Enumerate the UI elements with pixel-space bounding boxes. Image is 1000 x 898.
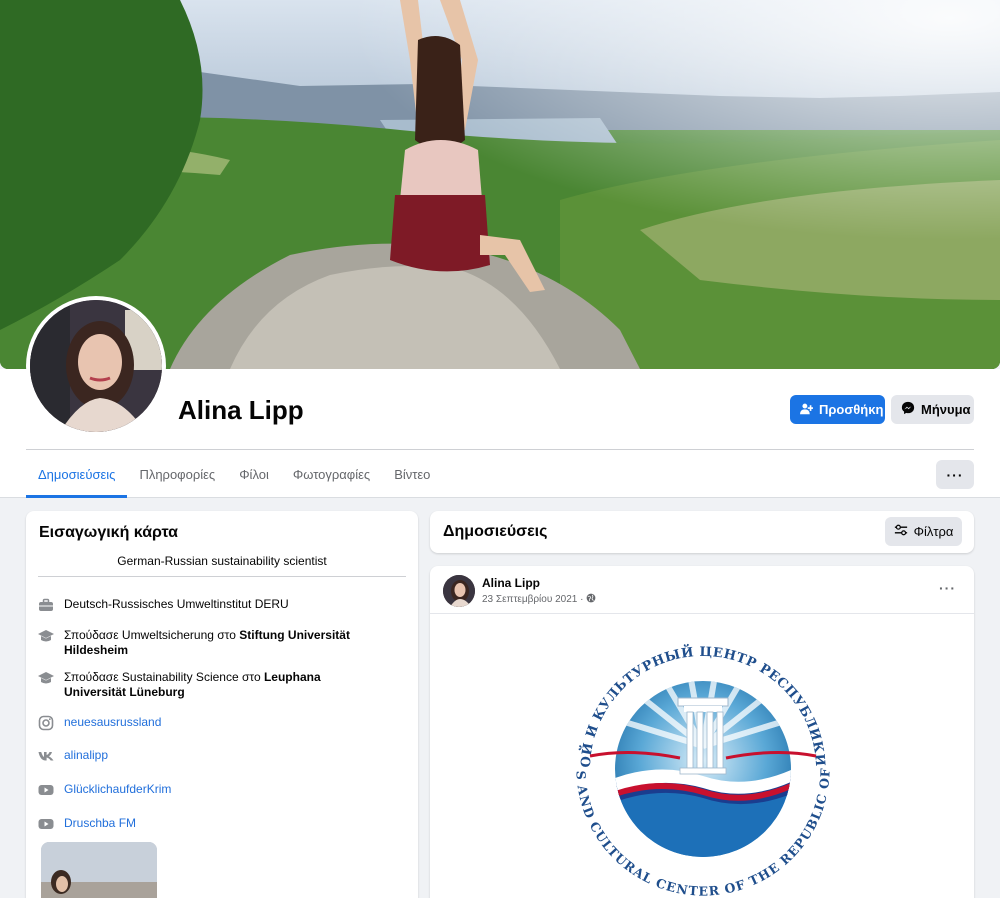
post-author-avatar-image [443, 575, 475, 607]
profile-avatar[interactable] [26, 296, 166, 436]
post-author-name[interactable]: Alina Lipp [482, 576, 540, 590]
post-card: Alina Lipp 23 Σεπτεμβρίου 2021 · ··· ДЕЛ… [430, 566, 974, 898]
profile-avatar-image [30, 300, 162, 432]
intro-education-1-prefix: Σπούδασε Umweltsicherung στο [64, 628, 236, 642]
youtube-link-1[interactable]: GlücklichaufderKrim [64, 782, 384, 797]
posts-title: Δημοσιεύσεις [443, 523, 548, 540]
instagram-link[interactable]: neuesausrussland [64, 715, 384, 730]
graduation-cap-icon [38, 628, 54, 644]
intro-work-text: Deutsch-Russisches Umweltinstitut DERU [64, 597, 289, 611]
cover-photo[interactable] [0, 0, 1000, 369]
youtube-icon [38, 782, 54, 798]
add-friend-label: Προσθήκη [819, 402, 884, 417]
intro-link-vk[interactable]: alinalipp [38, 748, 384, 764]
messenger-icon [901, 401, 915, 418]
add-friend-icon [800, 402, 814, 418]
sliders-icon [894, 523, 908, 540]
post-author-avatar[interactable] [443, 575, 475, 607]
intro-bio: German-Russian sustainability scientist [117, 554, 327, 568]
intro-education-1: Σπούδασε Umweltsicherung στο Stiftung Un… [38, 628, 384, 658]
globe-icon [586, 593, 596, 606]
message-label: Μήνυμα [921, 402, 971, 417]
intro-link-youtube-2[interactable]: Druschba FM [38, 816, 384, 832]
featured-photo-image [41, 842, 157, 898]
intro-link-instagram[interactable]: neuesausrussland [38, 715, 384, 731]
vk-icon [38, 748, 54, 764]
intro-link-youtube-1[interactable]: GlücklichaufderKrim [38, 782, 384, 798]
filter-label: Φίλτρα [913, 524, 954, 539]
posts-header-card: Δημοσιεύσεις Φίλτρα [430, 511, 974, 553]
profile-more-button[interactable]: ··· [936, 460, 974, 489]
intro-work: Deutsch-Russisches Umweltinstitut DERU [38, 597, 384, 613]
tab-posts[interactable]: Δημοσιεύσεις [26, 450, 128, 498]
vk-link[interactable]: alinalipp [64, 748, 384, 763]
post-image[interactable]: ДЕЛОВОЙ И КУЛЬТУРНЫЙ ЦЕНТР РЕСПУБЛИКИ КР… [562, 625, 836, 898]
briefcase-icon [38, 597, 54, 613]
intro-card: Εισαγωγική κάρτα German-Russian sustaina… [26, 511, 418, 898]
featured-photo[interactable] [41, 842, 157, 898]
instagram-icon [38, 715, 54, 731]
profile-tabs: Δημοσιεύσεις Πληροφορίες Φίλοι Φωτογραφί… [26, 450, 442, 498]
profile-name: Alina Lipp [178, 395, 304, 425]
add-friend-button[interactable]: Προσθήκη [790, 395, 885, 424]
intro-education-2: Σπούδασε Sustainability Science στο Leup… [38, 670, 384, 700]
graduation-cap-icon [38, 670, 54, 686]
intro-education-2-prefix: Σπούδασε Sustainability Science στο [64, 670, 261, 684]
post-timestamp[interactable]: 23 Σεπτεμβρίου 2021 · [482, 594, 583, 605]
message-button[interactable]: Μήνυμα [891, 395, 974, 424]
intro-title: Εισαγωγική κάρτα [39, 524, 179, 541]
youtube-icon [38, 816, 54, 832]
tab-photos[interactable]: Φωτογραφίες [281, 450, 382, 498]
filter-button[interactable]: Φίλτρα [885, 517, 962, 546]
cover-landscape [0, 0, 1000, 369]
tab-friends[interactable]: Φίλοι [227, 450, 281, 498]
intro-divider [38, 576, 406, 577]
tab-about[interactable]: Πληροφορίες [127, 450, 227, 498]
post-options-button[interactable]: ··· [939, 580, 956, 596]
crimea-center-logo: ДЕЛОВОЙ И КУЛЬТУРНЫЙ ЦЕНТР РЕСПУБЛИКИ КР… [562, 625, 832, 898]
tab-videos[interactable]: Βίντεο [382, 450, 442, 498]
youtube-link-2[interactable]: Druschba FM [64, 816, 384, 831]
post-divider [430, 613, 974, 614]
